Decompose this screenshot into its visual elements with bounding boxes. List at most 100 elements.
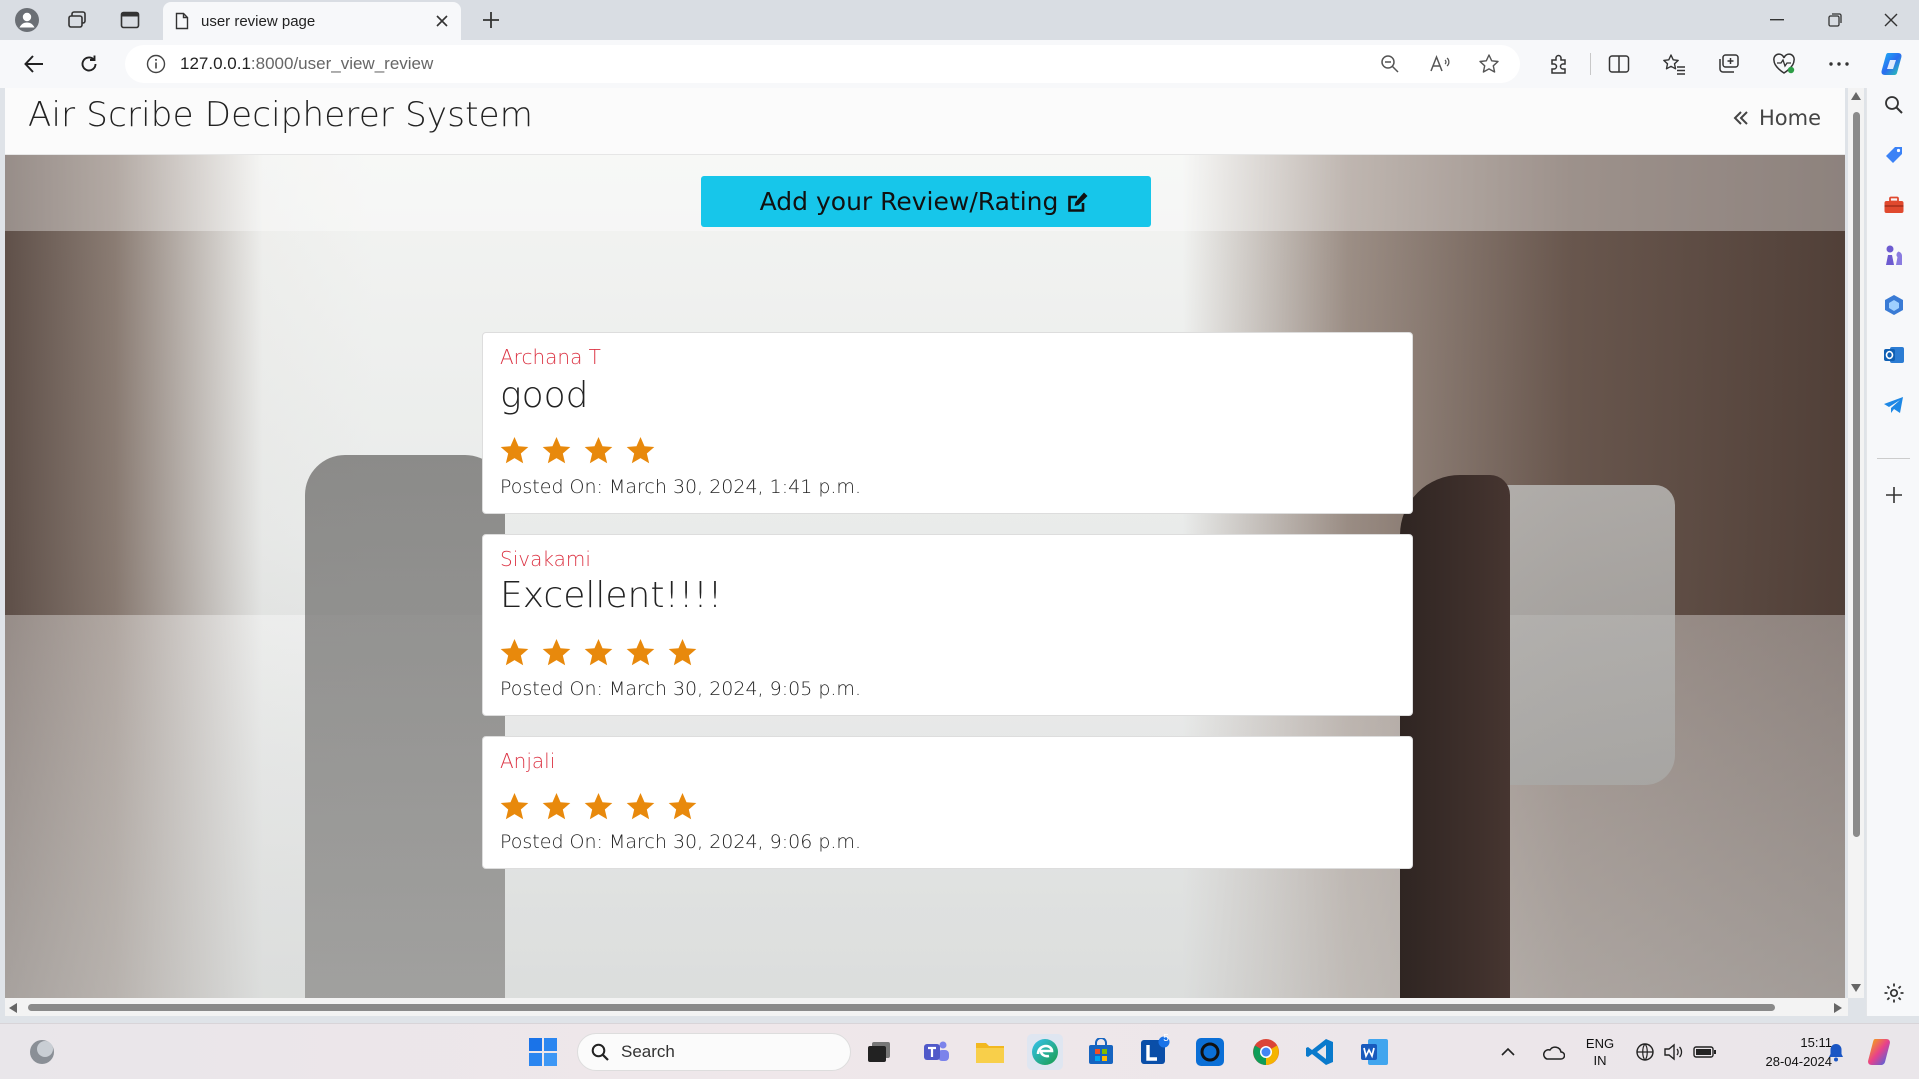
tray-chevron-up-icon[interactable] bbox=[1496, 1034, 1520, 1070]
vscode-icon[interactable] bbox=[1302, 1034, 1338, 1070]
star-rating bbox=[499, 435, 656, 466]
minimize-icon[interactable] bbox=[1748, 0, 1806, 40]
profile-icon[interactable] bbox=[10, 5, 44, 35]
site-brand[interactable]: Air Scribe Decipherer System bbox=[28, 95, 533, 135]
workspaces-icon[interactable] bbox=[60, 5, 94, 35]
refresh-icon[interactable] bbox=[71, 47, 107, 81]
active-tab[interactable]: user review page bbox=[163, 2, 461, 40]
weather-icon[interactable] bbox=[24, 1034, 60, 1070]
collections-icon[interactable] bbox=[1713, 49, 1745, 79]
zoom-icon[interactable] bbox=[1377, 52, 1403, 76]
settings-icon[interactable] bbox=[1880, 979, 1908, 1007]
person-hair bbox=[1400, 475, 1510, 998]
scroll-right-icon[interactable] bbox=[1834, 1003, 1842, 1013]
star-icon bbox=[542, 792, 571, 820]
page-viewport: Air Scribe Decipherer System Home Add yo… bbox=[5, 88, 1845, 998]
star-icon bbox=[584, 638, 613, 666]
posted-date: Posted On: March 30, 2024, 9:06 p.m. bbox=[500, 831, 861, 853]
close-tab-icon[interactable] bbox=[435, 14, 449, 28]
scroll-down-icon[interactable] bbox=[1851, 984, 1861, 992]
edge-taskbar-icon[interactable] bbox=[1027, 1034, 1063, 1070]
new-tab-icon[interactable] bbox=[474, 5, 508, 35]
add-review-button[interactable]: Add your Review/Rating bbox=[701, 176, 1151, 227]
review-card: Archana T good Posted On: March 30, 2024… bbox=[482, 332, 1413, 514]
search-icon[interactable] bbox=[1880, 91, 1908, 119]
notification-badge: 5 bbox=[1163, 1033, 1169, 1044]
toolbar-divider bbox=[1590, 53, 1591, 75]
scroll-up-icon[interactable] bbox=[1851, 92, 1861, 100]
task-view-icon[interactable] bbox=[861, 1034, 897, 1070]
teams-icon[interactable] bbox=[918, 1034, 954, 1070]
extensions-icon[interactable] bbox=[1543, 49, 1575, 79]
scroll-left-icon[interactable] bbox=[9, 1003, 17, 1013]
star-icon bbox=[500, 638, 529, 666]
network-icon[interactable] bbox=[1632, 1034, 1658, 1070]
tab-strip: user review page bbox=[0, 0, 1919, 40]
star-rating bbox=[499, 791, 698, 822]
url-text: 127.0.0.1:8000/user_view_review bbox=[180, 54, 434, 73]
restore-icon[interactable] bbox=[1806, 0, 1864, 40]
star-icon bbox=[500, 436, 529, 464]
read-aloud-icon[interactable] bbox=[1427, 52, 1453, 76]
search-icon bbox=[591, 1043, 609, 1061]
start-icon[interactable] bbox=[525, 1034, 561, 1070]
m365-icon[interactable] bbox=[1880, 291, 1908, 319]
browser-essentials-icon[interactable] bbox=[1768, 49, 1800, 79]
taskbar-search-label: Search bbox=[621, 1042, 675, 1061]
double-chevron-left-icon bbox=[1733, 111, 1748, 125]
star-icon bbox=[626, 792, 655, 820]
chess-icon[interactable] bbox=[1880, 241, 1908, 269]
split-screen-icon[interactable] bbox=[1603, 49, 1635, 79]
store-icon[interactable] bbox=[1083, 1034, 1119, 1070]
page-icon bbox=[175, 12, 189, 30]
reviewer-name: Sivakami bbox=[500, 547, 591, 571]
copilot-icon[interactable] bbox=[1877, 49, 1907, 79]
app-circle-icon[interactable] bbox=[1192, 1034, 1228, 1070]
hero-background: Add your Review/Rating Archana T good Po… bbox=[5, 155, 1845, 998]
chrome-icon[interactable] bbox=[1248, 1034, 1284, 1070]
info-icon[interactable] bbox=[146, 54, 166, 74]
site-navbar: Air Scribe Decipherer System Home bbox=[5, 88, 1845, 155]
home-label: Home bbox=[1759, 106, 1822, 130]
battery-icon[interactable] bbox=[1690, 1034, 1720, 1070]
star-icon bbox=[542, 638, 571, 666]
add-icon[interactable] bbox=[1880, 481, 1908, 509]
horizontal-scroll-thumb[interactable] bbox=[28, 1004, 1775, 1011]
volume-icon[interactable] bbox=[1660, 1034, 1686, 1070]
tab-title: user review page bbox=[201, 12, 316, 30]
telegram-icon[interactable] bbox=[1880, 391, 1908, 419]
tab-actions-icon[interactable] bbox=[113, 5, 147, 35]
review-text: good bbox=[500, 375, 589, 416]
star-icon bbox=[584, 792, 613, 820]
toolbox-icon[interactable] bbox=[1880, 191, 1908, 219]
taskbar-search[interactable]: Search bbox=[577, 1033, 851, 1071]
language-line2: IN bbox=[1593, 1053, 1607, 1068]
vertical-scrollbar[interactable] bbox=[1848, 88, 1864, 998]
home-link[interactable]: Home bbox=[1733, 106, 1821, 130]
address-bar[interactable]: 127.0.0.1:8000/user_view_review bbox=[125, 45, 1520, 83]
outlook-icon[interactable] bbox=[1880, 341, 1908, 369]
tag-icon[interactable] bbox=[1880, 141, 1908, 169]
vertical-scroll-thumb[interactable] bbox=[1853, 112, 1860, 837]
onedrive-icon[interactable] bbox=[1538, 1034, 1568, 1070]
linkedin-app-icon[interactable]: 5 bbox=[1137, 1033, 1173, 1070]
reviewer-name: Anjali bbox=[500, 749, 556, 773]
posted-date: Posted On: March 30, 2024, 1:41 p.m. bbox=[500, 476, 861, 498]
star-icon bbox=[500, 792, 529, 820]
language-indicator[interactable]: ENG IN bbox=[1580, 1035, 1620, 1069]
close-window-icon[interactable] bbox=[1862, 0, 1919, 40]
favorite-icon[interactable] bbox=[1476, 52, 1502, 76]
star-icon bbox=[626, 638, 655, 666]
notification-bell-icon[interactable] bbox=[1818, 1034, 1854, 1070]
reviewer-name: Archana T bbox=[500, 345, 601, 369]
horizontal-scrollbar[interactable] bbox=[5, 998, 1848, 1016]
favorites-icon[interactable] bbox=[1658, 49, 1690, 79]
star-icon bbox=[668, 638, 697, 666]
review-text: Excellent!!!! bbox=[500, 575, 723, 616]
word-icon[interactable] bbox=[1357, 1034, 1393, 1070]
file-explorer-icon[interactable] bbox=[972, 1034, 1008, 1070]
more-icon[interactable] bbox=[1823, 49, 1855, 79]
back-icon[interactable] bbox=[16, 47, 52, 81]
add-review-label: Add your Review/Rating bbox=[759, 187, 1059, 216]
copilot-taskbar-icon[interactable] bbox=[1862, 1034, 1898, 1070]
